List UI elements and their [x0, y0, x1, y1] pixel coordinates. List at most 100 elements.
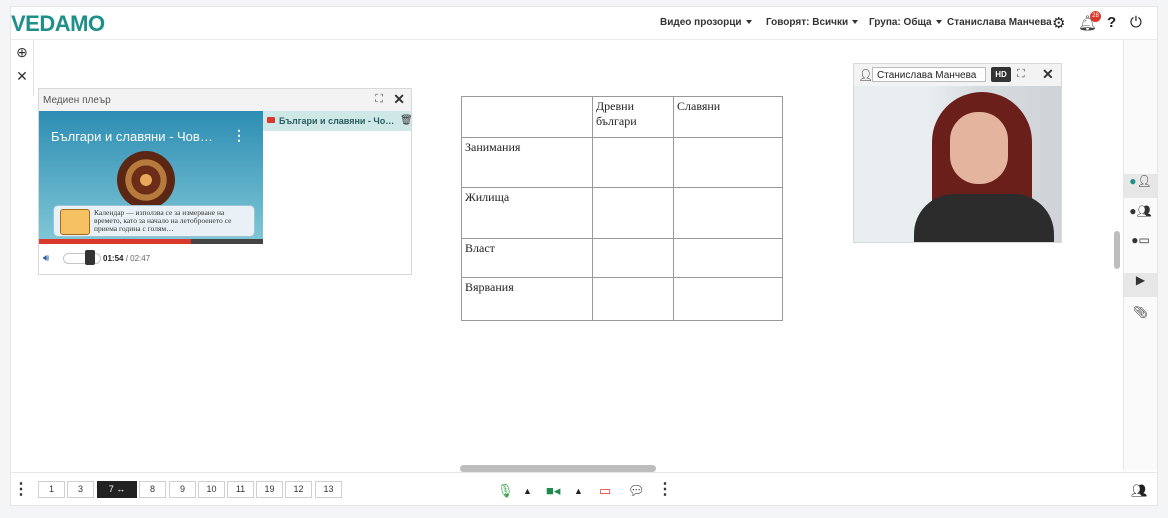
- table-row: Вярвания: [461, 277, 783, 321]
- video-windows-menu[interactable]: Видео прозорци: [660, 17, 752, 28]
- video-title: Българи и славяни - Чов…: [51, 129, 213, 144]
- table-cell[interactable]: [673, 187, 783, 239]
- table-cell[interactable]: Занимания: [461, 137, 593, 188]
- webcam-user-label: Станислава Манчева: [877, 70, 977, 81]
- table-cell[interactable]: [592, 277, 674, 321]
- media-player-title: Медиен плеър: [43, 95, 111, 106]
- table-cell[interactable]: Жилища: [461, 187, 593, 239]
- right-sidebar: ●👤︎ ●👥︎ ●▭ ▶ 📎︎: [1123, 40, 1157, 470]
- page-button[interactable]: 8: [139, 481, 166, 498]
- chat-group-icon[interactable]: ●👥︎: [1124, 204, 1157, 228]
- left-toolbar: ⊕ ✕: [11, 40, 34, 96]
- table-cell[interactable]: [592, 187, 674, 239]
- page-button[interactable]: 1: [38, 481, 65, 498]
- notification-badge: 28: [1090, 11, 1101, 22]
- chevron-down-icon: [935, 20, 942, 25]
- volume-slider[interactable]: [63, 253, 101, 264]
- vertical-scrollbar[interactable]: [1114, 231, 1120, 269]
- participants-icon[interactable]: 👥︎: [1131, 483, 1148, 499]
- table-cell[interactable]: [673, 277, 783, 321]
- person-face: [950, 112, 1008, 184]
- page-button[interactable]: 11: [227, 481, 254, 498]
- page-button[interactable]: 9: [169, 481, 196, 498]
- screen-share-icon[interactable]: ▭: [599, 483, 611, 499]
- chat-bubbles-icon[interactable]: 💬︎: [628, 483, 645, 499]
- close-icon[interactable]: ✕: [393, 91, 405, 108]
- collapse-icon[interactable]: ✕: [11, 64, 33, 88]
- playlist-item[interactable]: Българи и славяни - Чо… 🗑︎: [263, 111, 413, 131]
- user-icon: 👤︎: [858, 68, 874, 82]
- volume-knob[interactable]: [85, 250, 95, 265]
- video-caption: Календар — използва се за измерване на в…: [94, 208, 232, 233]
- table-cell[interactable]: [592, 238, 674, 278]
- chevron-up-icon[interactable]: ▲: [523, 486, 532, 496]
- trash-icon[interactable]: 🗑︎: [400, 115, 413, 126]
- page-button-active[interactable]: 7 ↔: [97, 481, 137, 498]
- table-cell[interactable]: [673, 238, 783, 278]
- gear-icon[interactable]: ⚙: [1052, 14, 1065, 32]
- playlist-item-label: Българи и славяни - Чо…: [279, 116, 395, 126]
- resize-arrows-icon: ↔: [116, 484, 126, 494]
- more-options-icon[interactable]: ⋮: [232, 127, 246, 144]
- help-icon[interactable]: ?: [1107, 14, 1116, 31]
- media-player-window: Медиен плеър ⛶ ✕ Българи и славяни - Чов…: [38, 88, 413, 275]
- bottom-toolbar: ⋮ 1 3 7 ↔ 8 9 10 11 19 12 13 🎙︎ ▲ ■◂ ▲ ▭…: [11, 472, 1157, 505]
- webcam-user-select[interactable]: Станислава Манчева: [872, 67, 986, 82]
- page-button[interactable]: 10: [198, 481, 225, 498]
- play-icon[interactable]: ▶: [1124, 273, 1157, 297]
- speakers-menu[interactable]: Говорят: Всички: [766, 17, 859, 28]
- whiteboard-table[interactable]: Древни българи Славяни Занимания Жилища …: [461, 96, 783, 321]
- camera-icon[interactable]: ■◂: [546, 483, 560, 499]
- table-header-row: Древни българи Славяни: [461, 96, 783, 138]
- volume-icon[interactable]: 🔊︎: [43, 253, 49, 264]
- chevron-up-icon[interactable]: ▲: [574, 486, 583, 496]
- table-row: Власт: [461, 238, 783, 278]
- page-button[interactable]: 3: [67, 481, 94, 498]
- page-button[interactable]: 19: [256, 481, 283, 498]
- hd-toggle[interactable]: HD: [991, 67, 1011, 82]
- paperclip-icon[interactable]: 📎︎: [1124, 305, 1157, 329]
- table-cell[interactable]: [461, 96, 593, 138]
- speakers-label: Говорят: Всички: [766, 17, 849, 28]
- table-cell[interactable]: Власт: [461, 238, 593, 278]
- video-progress-bar[interactable]: [39, 239, 263, 244]
- horizontal-scrollbar[interactable]: [460, 465, 656, 472]
- more-options-icon[interactable]: ⋮: [13, 482, 29, 498]
- table-cell[interactable]: [592, 137, 674, 188]
- fullscreen-icon[interactable]: ⛶: [1017, 68, 1025, 81]
- table-row: Занимания: [461, 137, 783, 188]
- calendar-image: [117, 151, 175, 209]
- table-cell[interactable]: Вярвания: [461, 277, 593, 321]
- fullscreen-icon[interactable]: ⛶: [375, 93, 383, 106]
- page-button[interactable]: 13: [315, 481, 342, 498]
- webcam-video: [854, 86, 1061, 242]
- player-controls: 🔊︎ 01:54 / 02:47: [39, 247, 263, 271]
- power-icon[interactable]: ⏻: [1130, 14, 1142, 31]
- table-cell[interactable]: [673, 137, 783, 188]
- top-header: VEDAMO Видео прозорци Говорят: Всички Гр…: [11, 7, 1157, 40]
- user-name[interactable]: Станислава Манчева: [947, 17, 1052, 28]
- chat-user-icon[interactable]: ●👤︎: [1124, 174, 1157, 198]
- group-label: Група: Обща: [869, 17, 932, 28]
- chevron-down-icon: [745, 20, 752, 25]
- video-windows-label: Видео прозорци: [660, 17, 742, 28]
- chat-screen-icon[interactable]: ●▭: [1124, 233, 1157, 257]
- more-options-icon[interactable]: ⋮: [657, 482, 673, 498]
- microphone-icon[interactable]: 🎙︎: [497, 483, 514, 499]
- table-row: Жилища: [461, 187, 783, 239]
- page-button[interactable]: 12: [285, 481, 312, 498]
- person-body: [914, 194, 1054, 242]
- video-frame[interactable]: Българи и славяни - Чов… ⋮ Календар — из…: [39, 111, 263, 244]
- table-cell[interactable]: Древни българи: [592, 96, 674, 138]
- video-progress-fill: [39, 239, 192, 244]
- table-cell[interactable]: Славяни: [673, 96, 783, 138]
- zoom-in-icon[interactable]: ⊕: [11, 40, 33, 64]
- time-display: 01:54 / 02:47: [103, 254, 150, 263]
- webcam-header[interactable]: 👤︎ Станислава Манчева HD ⛶ ✕: [854, 64, 1061, 87]
- group-menu[interactable]: Група: Обща: [869, 17, 942, 28]
- close-icon[interactable]: ✕: [1042, 66, 1054, 83]
- chevron-down-icon: [852, 20, 859, 25]
- caption-box: Календар — използва се за измерване на в…: [53, 205, 255, 237]
- vedamo-logo: VEDAMO: [11, 11, 105, 36]
- media-player-header[interactable]: Медиен плеър ⛶ ✕: [39, 89, 411, 112]
